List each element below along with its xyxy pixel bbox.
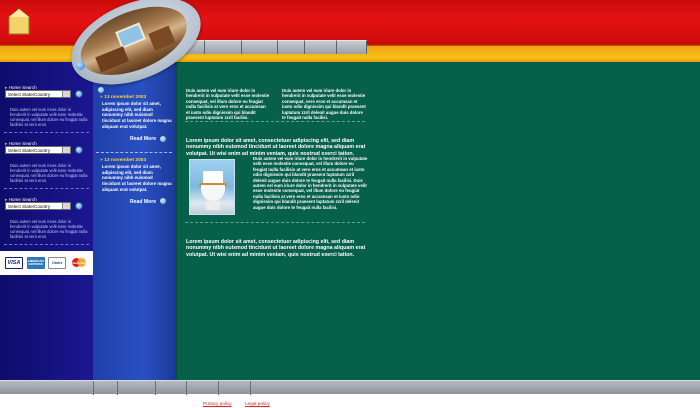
read-more-link[interactable]: Read More	[130, 136, 156, 142]
nav-tab-5[interactable]	[305, 40, 337, 54]
nav-tab-6[interactable]	[337, 40, 367, 54]
search-go-icon[interactable]	[75, 146, 83, 154]
footer-nav-segment[interactable]	[187, 381, 219, 395]
privacy-policy-link[interactable]: Privacy policy	[203, 401, 232, 406]
news-column: 13 novembet 2003 Lorem ipsum dolor sit a…	[93, 62, 175, 380]
sidebar-divider	[4, 188, 89, 189]
sidebar-divider	[4, 244, 89, 245]
content-divider	[185, 222, 365, 223]
intro-text-left: Duis autem vel eum iriure dolor in hendr…	[186, 88, 270, 121]
diners-card-icon: Diners	[48, 257, 67, 269]
amex-card-icon: AMERICAN EXPRESS	[26, 257, 45, 269]
visa-card-icon: VISA	[4, 257, 23, 269]
read-more-arrow-icon[interactable]	[159, 135, 167, 143]
content-divider	[185, 121, 365, 122]
footer-links: Privacy policy Legal policy	[0, 401, 700, 408]
news-text: Lorem ipsum dolor sit amet, adipiscing e…	[102, 164, 172, 192]
nav-tab-3[interactable]	[242, 40, 278, 54]
content-paragraph: Lorem ipsum dolor sit amet, consectetuer…	[186, 138, 366, 157]
news-divider	[96, 152, 172, 153]
state-country-select[interactable]: Select State/Country	[5, 202, 71, 210]
search-go-icon[interactable]	[75, 202, 83, 210]
photo-side-text: Duis autem vel eum iriure dolor in hendr…	[253, 156, 368, 210]
main-content: Duis autem vel eum iriure dolor in hendr…	[175, 62, 700, 380]
news-text: Lorem ipsum dolor sit amet, adipiscing e…	[102, 101, 172, 129]
content-paragraph: Lorem ipsum dolor sit amet, consectetuer…	[186, 239, 366, 258]
nav-tab-4[interactable]	[278, 40, 305, 54]
top-navigation	[178, 40, 367, 54]
search-description: Duis autem vel eum iriure dolor in hendr…	[10, 163, 88, 183]
read-more-link[interactable]: Read More	[130, 199, 156, 205]
search-go-icon[interactable]	[75, 90, 83, 98]
footer-nav-segment[interactable]	[94, 381, 118, 395]
footer-bar	[0, 380, 700, 395]
left-sidebar: Home Search Select State/Country Duis au…	[0, 62, 93, 380]
nav-tab-2[interactable]	[205, 40, 242, 54]
footer-nav-segment[interactable]	[118, 381, 156, 395]
state-country-select[interactable]: Select State/Country	[5, 90, 71, 98]
read-more-arrow-icon[interactable]	[159, 197, 167, 205]
footer-nav-segment[interactable]	[219, 381, 251, 395]
news-date: 13 novembet 2003	[100, 95, 146, 100]
state-country-select[interactable]: Select State/Country	[5, 146, 71, 154]
search-description: Duis autem vel eum iriure dolor in hendr…	[10, 107, 88, 127]
footer-nav-segment[interactable]	[0, 381, 94, 395]
legal-policy-link[interactable]: Legal policy	[245, 401, 270, 406]
info-icon	[97, 86, 105, 94]
news-date: 13 novembet 2003	[100, 158, 146, 163]
payment-cards: VISA AMERICAN EXPRESS Diners MasterCard	[0, 251, 93, 275]
mastercard-icon: MasterCard	[70, 257, 89, 269]
search-description: Duis autem vel eum iriure dolor in hendr…	[10, 219, 88, 239]
globe-icon	[76, 61, 85, 70]
house-logo-icon[interactable]	[8, 8, 30, 36]
sidebar-divider	[4, 132, 89, 133]
bathroom-photo	[189, 159, 235, 215]
intro-text-right: Duis autem vel eum iriure dolor in hendr…	[282, 88, 366, 121]
footer-nav-segment[interactable]	[156, 381, 187, 395]
